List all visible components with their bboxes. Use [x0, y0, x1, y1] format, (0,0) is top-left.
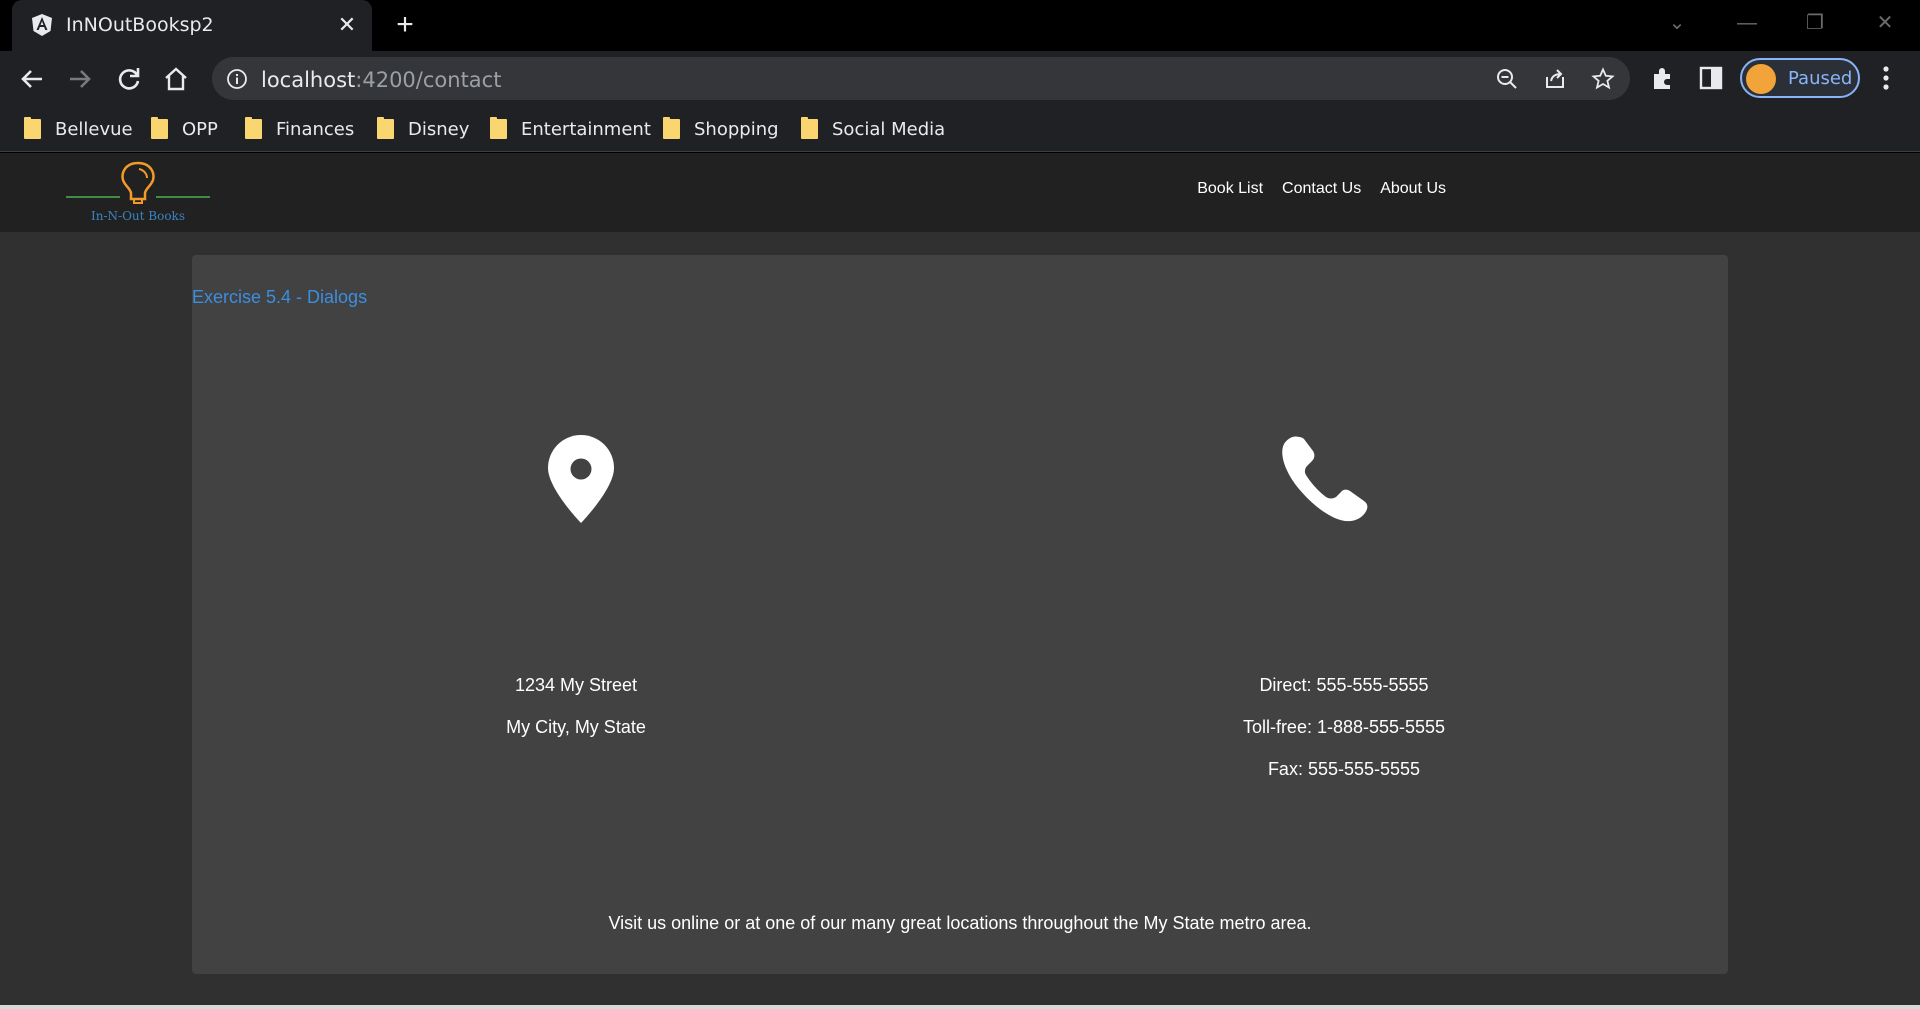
phone-tollfree: Toll-free: 1-888-555-5555 — [1242, 717, 1446, 737]
page-bottom-divider — [0, 1005, 1920, 1009]
nav-book-list[interactable]: Book List — [1197, 180, 1263, 198]
tab-title: InNOutBooksp2 — [66, 14, 214, 36]
restore-icon[interactable]: ❐ — [1798, 8, 1832, 38]
map-pin-icon — [548, 435, 614, 523]
site-logo[interactable]: In-N-Out Books — [64, 159, 212, 227]
folder-icon — [490, 117, 507, 139]
address-column: 1234 My Street My City, My State — [192, 255, 960, 974]
bookmark-opp[interactable]: OPP — [151, 114, 218, 144]
folder-icon — [245, 117, 262, 139]
share-icon[interactable] — [1543, 67, 1567, 91]
profile-label: Paused — [1788, 68, 1853, 89]
contact-card: Exercise 5.4 - Dialogs 1234 My Street My… — [192, 255, 1728, 974]
nav-contact-us[interactable]: Contact Us — [1282, 180, 1361, 198]
bookmark-star-icon[interactable] — [1591, 67, 1615, 91]
bookmark-disney[interactable]: Disney — [377, 114, 469, 144]
back-arrow-icon[interactable] — [16, 63, 48, 95]
tab-strip: InNOutBooksp2 ✕ + ⌄ — ❐ ✕ — [0, 0, 1920, 51]
profile-button[interactable]: Paused — [1740, 58, 1860, 98]
app-header: In-N-Out Books Book List Contact Us Abou… — [0, 153, 1920, 232]
bookmark-entertainment[interactable]: Entertainment — [490, 114, 651, 144]
page-viewport: In-N-Out Books Book List Contact Us Abou… — [0, 153, 1920, 1009]
zoom-out-icon[interactable] — [1495, 67, 1519, 91]
bookmark-social-media[interactable]: Social Media — [801, 114, 945, 144]
address-line-1: 1234 My Street — [514, 675, 638, 695]
forward-arrow-icon[interactable] — [64, 63, 96, 95]
bookmark-finances[interactable]: Finances — [245, 114, 354, 144]
logo-text: In-N-Out Books — [91, 209, 185, 223]
lightbulb-logo-icon — [66, 161, 210, 204]
angular-favicon-icon — [32, 14, 52, 36]
kebab-menu-icon[interactable] — [1872, 63, 1900, 93]
bookmark-bellevue[interactable]: Bellevue — [24, 114, 133, 144]
address-bar[interactable]: localhost:4200/contact — [212, 57, 1630, 100]
tab-search-icon[interactable]: ⌄ — [1660, 8, 1694, 38]
folder-icon — [377, 117, 394, 139]
browser-toolbar: localhost:4200/contact Paused — [0, 51, 1920, 106]
phone-column: Direct: 555-555-5555 Toll-free: 1-888-55… — [960, 255, 1728, 974]
close-window-icon[interactable]: ✕ — [1868, 8, 1902, 38]
phone-icon — [1282, 436, 1368, 522]
address-line-2: My City, My State — [506, 717, 646, 737]
folder-icon — [151, 117, 168, 139]
folder-icon — [663, 117, 680, 139]
site-info-icon[interactable] — [226, 68, 248, 90]
reload-icon[interactable] — [113, 63, 145, 95]
close-tab-icon[interactable]: ✕ — [334, 12, 360, 38]
card-footer-text: Visit us online or at one of our many gr… — [608, 913, 1312, 933]
side-panel-icon[interactable] — [1698, 65, 1724, 91]
url-text: localhost:4200/contact — [261, 68, 502, 92]
new-tab-icon[interactable]: + — [390, 10, 420, 40]
phone-fax: Fax: 555-555-5555 — [1267, 759, 1421, 779]
main-nav: Book List Contact Us About Us — [1197, 180, 1446, 198]
nav-about-us[interactable]: About Us — [1380, 180, 1446, 198]
folder-icon — [801, 117, 818, 139]
folder-icon — [24, 117, 41, 139]
phone-direct: Direct: 555-555-5555 — [1259, 675, 1429, 695]
extensions-puzzle-icon[interactable] — [1650, 65, 1676, 91]
bookmark-shopping[interactable]: Shopping — [663, 114, 779, 144]
avatar — [1746, 64, 1776, 94]
minimize-icon[interactable]: — — [1730, 8, 1764, 38]
bookmarks-bar: Bellevue OPP Finances Disney Entertainme… — [0, 106, 1920, 152]
home-icon[interactable] — [160, 63, 192, 95]
browser-tab[interactable]: InNOutBooksp2 ✕ — [12, 0, 372, 51]
